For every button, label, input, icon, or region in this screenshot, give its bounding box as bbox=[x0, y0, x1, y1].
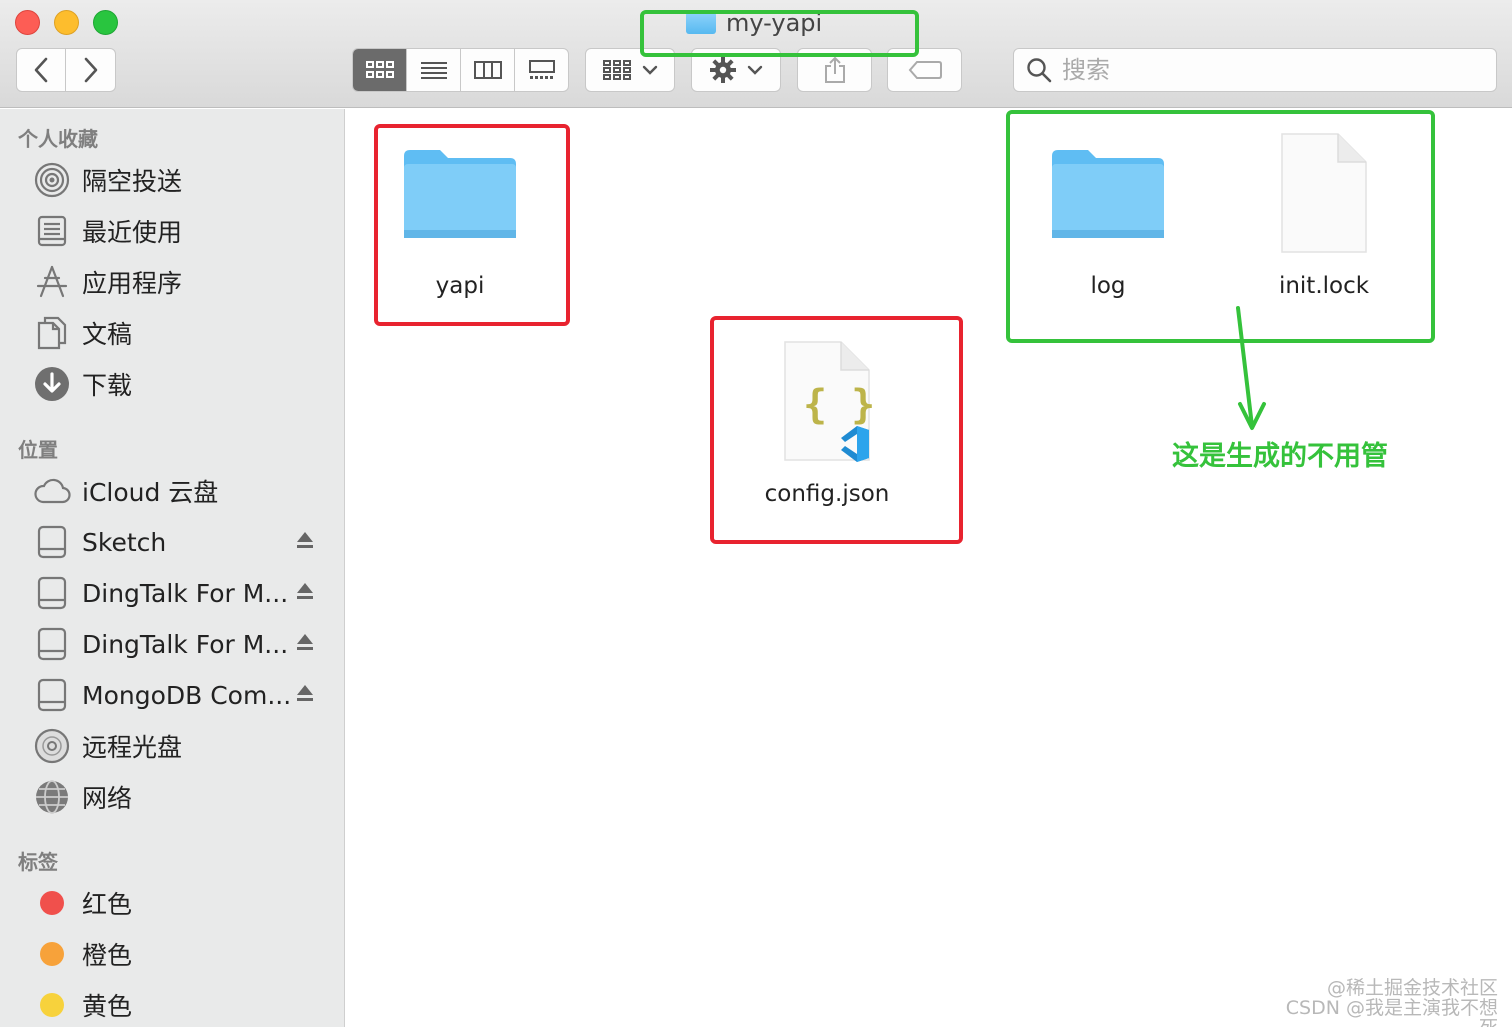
sidebar-item-label: 网络 bbox=[82, 784, 133, 813]
chevron-right-icon bbox=[84, 57, 97, 83]
sidebar-item-downloads[interactable]: 下载 bbox=[30, 361, 330, 407]
sidebar-item-label: DingTalk For M... bbox=[82, 629, 289, 659]
sidebar: 个人收藏 隔空投送 最近使用 应用程序 文稿 下载 位置 iCloud 云盘 S… bbox=[0, 109, 345, 1027]
sidebar-item-label: iCloud 云盘 bbox=[82, 478, 219, 507]
list-icon bbox=[420, 62, 447, 79]
view-mode-segmented-control bbox=[352, 48, 569, 92]
sidebar-item-label: 红色 bbox=[82, 890, 133, 919]
sidebar-tag-yellow[interactable]: 黄色 bbox=[30, 982, 330, 1027]
watermark-line-2: CSDN @我是主演我不想死 bbox=[1285, 997, 1498, 1027]
icon-grid-icon bbox=[365, 61, 394, 78]
applications-icon bbox=[30, 262, 74, 302]
sidebar-section-favorites: 个人收藏 bbox=[18, 127, 98, 151]
back-button[interactable] bbox=[16, 48, 66, 92]
sidebar-item-icloud[interactable]: iCloud 云盘 bbox=[30, 468, 330, 514]
annotation-box-config bbox=[710, 316, 963, 544]
recents-icon bbox=[30, 211, 74, 251]
sidebar-item-label: Sketch bbox=[82, 527, 167, 557]
column-view-button[interactable] bbox=[461, 49, 515, 91]
tag-color-dot bbox=[40, 942, 64, 966]
sidebar-item-dingtalk-1[interactable]: DingTalk For M... bbox=[30, 570, 330, 616]
tag-icon bbox=[908, 61, 942, 79]
sidebar-item-airdrop[interactable]: 隔空投送 bbox=[30, 157, 330, 203]
sidebar-item-label: 隔空投送 bbox=[82, 167, 183, 196]
disk-icon bbox=[30, 573, 74, 613]
chevron-down-icon bbox=[747, 65, 763, 75]
tag-color-dot bbox=[40, 993, 64, 1017]
eject-icon bbox=[297, 583, 313, 599]
list-view-button[interactable] bbox=[407, 49, 461, 91]
sidebar-item-mongodb[interactable]: MongoDB Com... bbox=[30, 672, 330, 718]
eject-button[interactable] bbox=[292, 527, 318, 553]
search-icon bbox=[1027, 58, 1052, 83]
sidebar-item-label: 黄色 bbox=[82, 992, 133, 1021]
chevron-left-icon bbox=[34, 57, 48, 83]
eject-button[interactable] bbox=[292, 680, 318, 706]
optical-disc-icon bbox=[30, 726, 74, 766]
forward-button[interactable] bbox=[66, 48, 116, 92]
sidebar-item-applications[interactable]: 应用程序 bbox=[30, 259, 330, 305]
downloads-icon bbox=[30, 364, 74, 404]
watermark: @稀土掘金技术社区 CSDN @我是主演我不想死 bbox=[1270, 978, 1498, 1027]
sidebar-item-label: 文稿 bbox=[82, 320, 133, 349]
eject-icon bbox=[297, 532, 313, 548]
search-field[interactable] bbox=[1013, 48, 1497, 92]
sidebar-item-label: 远程光盘 bbox=[82, 733, 183, 762]
sidebar-tag-red[interactable]: 红色 bbox=[30, 880, 330, 926]
airdrop-icon bbox=[30, 160, 74, 200]
disk-icon bbox=[30, 675, 74, 715]
sidebar-item-documents[interactable]: 文稿 bbox=[30, 310, 330, 356]
annotation-note: 这是生成的不用管 bbox=[1172, 441, 1388, 472]
gallery-view-button[interactable] bbox=[515, 49, 568, 91]
search-input[interactable] bbox=[1062, 56, 1462, 84]
sidebar-item-recents[interactable]: 最近使用 bbox=[30, 208, 330, 254]
sidebar-section-locations: 位置 bbox=[18, 438, 58, 462]
network-globe-icon bbox=[30, 777, 74, 817]
minimize-window-button[interactable] bbox=[54, 10, 79, 35]
close-window-button[interactable] bbox=[15, 10, 40, 35]
zoom-window-button[interactable] bbox=[93, 10, 118, 35]
share-icon bbox=[824, 56, 845, 83]
sidebar-item-label: 橙色 bbox=[82, 941, 133, 970]
cloud-icon bbox=[30, 471, 74, 511]
gear-icon bbox=[710, 57, 736, 83]
eject-button[interactable] bbox=[292, 578, 318, 604]
sidebar-tag-orange[interactable]: 橙色 bbox=[30, 931, 330, 977]
chevron-down-icon bbox=[642, 65, 658, 75]
disk-icon bbox=[30, 624, 74, 664]
documents-icon bbox=[30, 313, 74, 353]
sidebar-item-label: MongoDB Com... bbox=[82, 680, 292, 710]
sidebar-item-label: 下载 bbox=[82, 371, 133, 400]
sidebar-item-remote-disc[interactable]: 远程光盘 bbox=[30, 723, 330, 769]
eject-icon bbox=[297, 685, 313, 701]
eject-icon bbox=[297, 634, 313, 650]
watermark-line-1: @稀土掘金技术社区 bbox=[1326, 977, 1498, 999]
eject-button[interactable] bbox=[292, 629, 318, 655]
disk-icon bbox=[30, 522, 74, 562]
sidebar-section-tags: 标签 bbox=[18, 850, 58, 874]
grid-arrange-icon bbox=[603, 60, 631, 80]
tag-color-dot bbox=[40, 891, 64, 915]
sidebar-item-label: DingTalk For M... bbox=[82, 578, 289, 608]
sidebar-item-dingtalk-2[interactable]: DingTalk For M... bbox=[30, 621, 330, 667]
sidebar-item-label: 应用程序 bbox=[82, 269, 183, 298]
annotation-box-yapi bbox=[374, 124, 570, 326]
annotation-box-title bbox=[640, 10, 919, 57]
gallery-icon bbox=[528, 60, 555, 79]
icon-view-button[interactable] bbox=[353, 49, 407, 91]
columns-icon bbox=[473, 61, 502, 79]
annotation-arrow-icon bbox=[1236, 306, 1266, 430]
sidebar-item-network[interactable]: 网络 bbox=[30, 774, 330, 820]
sidebar-item-sketch[interactable]: Sketch bbox=[30, 519, 330, 565]
sidebar-item-label: 最近使用 bbox=[82, 218, 183, 247]
